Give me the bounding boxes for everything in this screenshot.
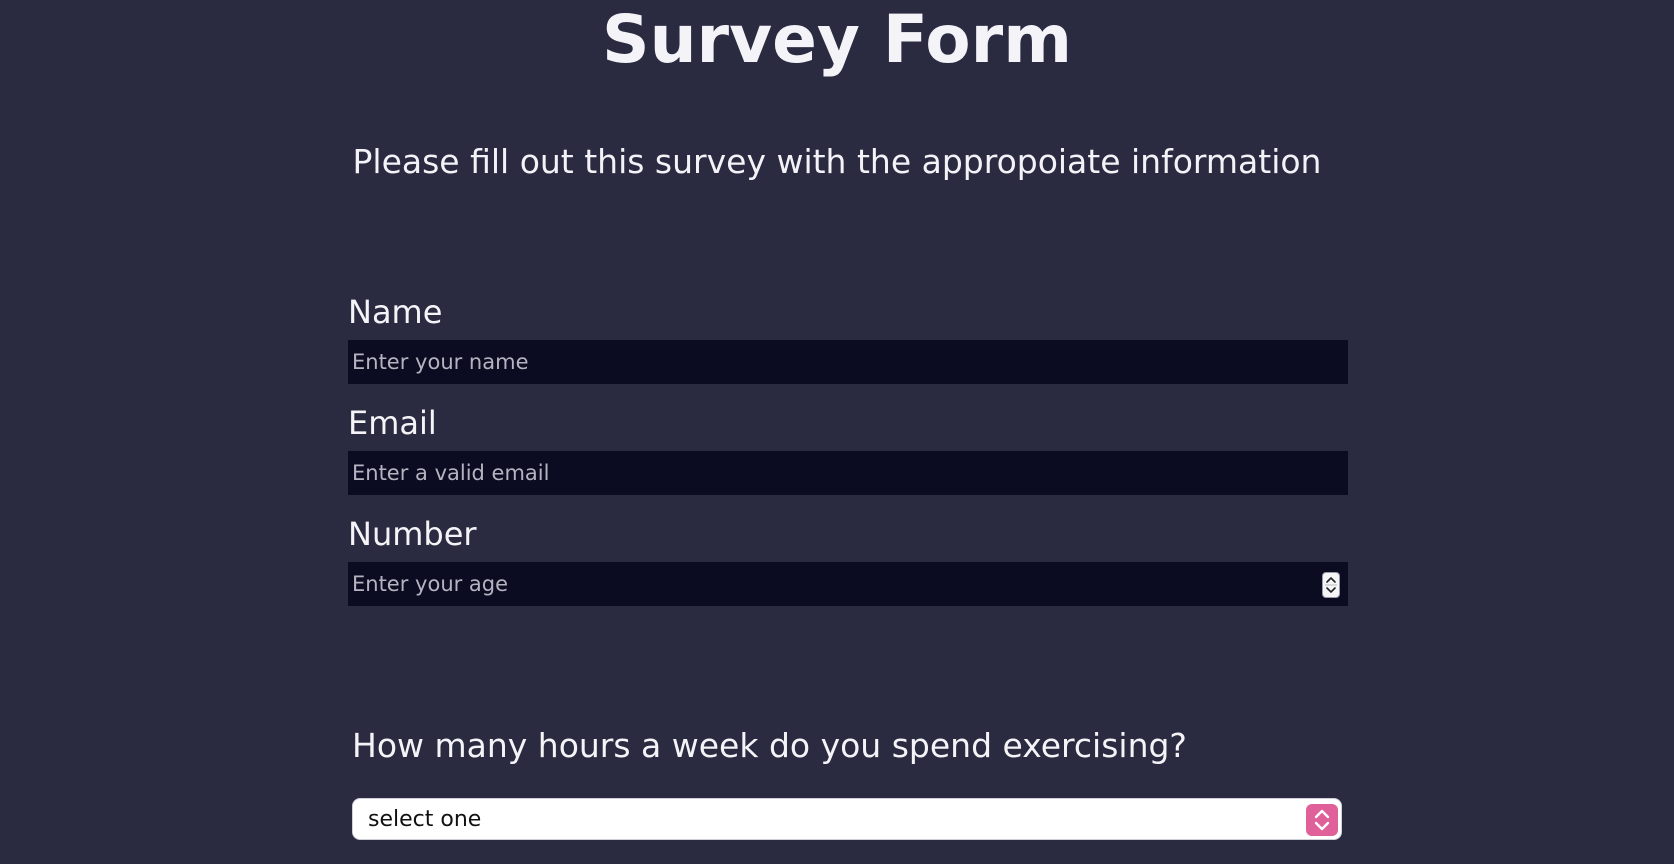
number-input[interactable] (348, 562, 1348, 606)
survey-form: Name Email Number (348, 290, 1348, 606)
page-title: Survey Form (602, 1, 1072, 78)
chevron-up-down-icon[interactable] (1306, 804, 1338, 836)
number-field (348, 562, 1348, 606)
name-label: Name (348, 293, 443, 331)
exercise-select-value: select one (368, 807, 482, 832)
email-label: Email (348, 404, 437, 442)
spinner-arrows-icon[interactable] (1322, 572, 1340, 598)
exercise-question: How many hours a week do you spend exerc… (352, 726, 1187, 765)
page-description: Please fill out this survey with the app… (352, 142, 1322, 181)
number-label: Number (348, 515, 477, 553)
name-input[interactable] (348, 340, 1348, 384)
email-input[interactable] (348, 451, 1348, 495)
exercise-select[interactable]: select one (352, 798, 1342, 840)
